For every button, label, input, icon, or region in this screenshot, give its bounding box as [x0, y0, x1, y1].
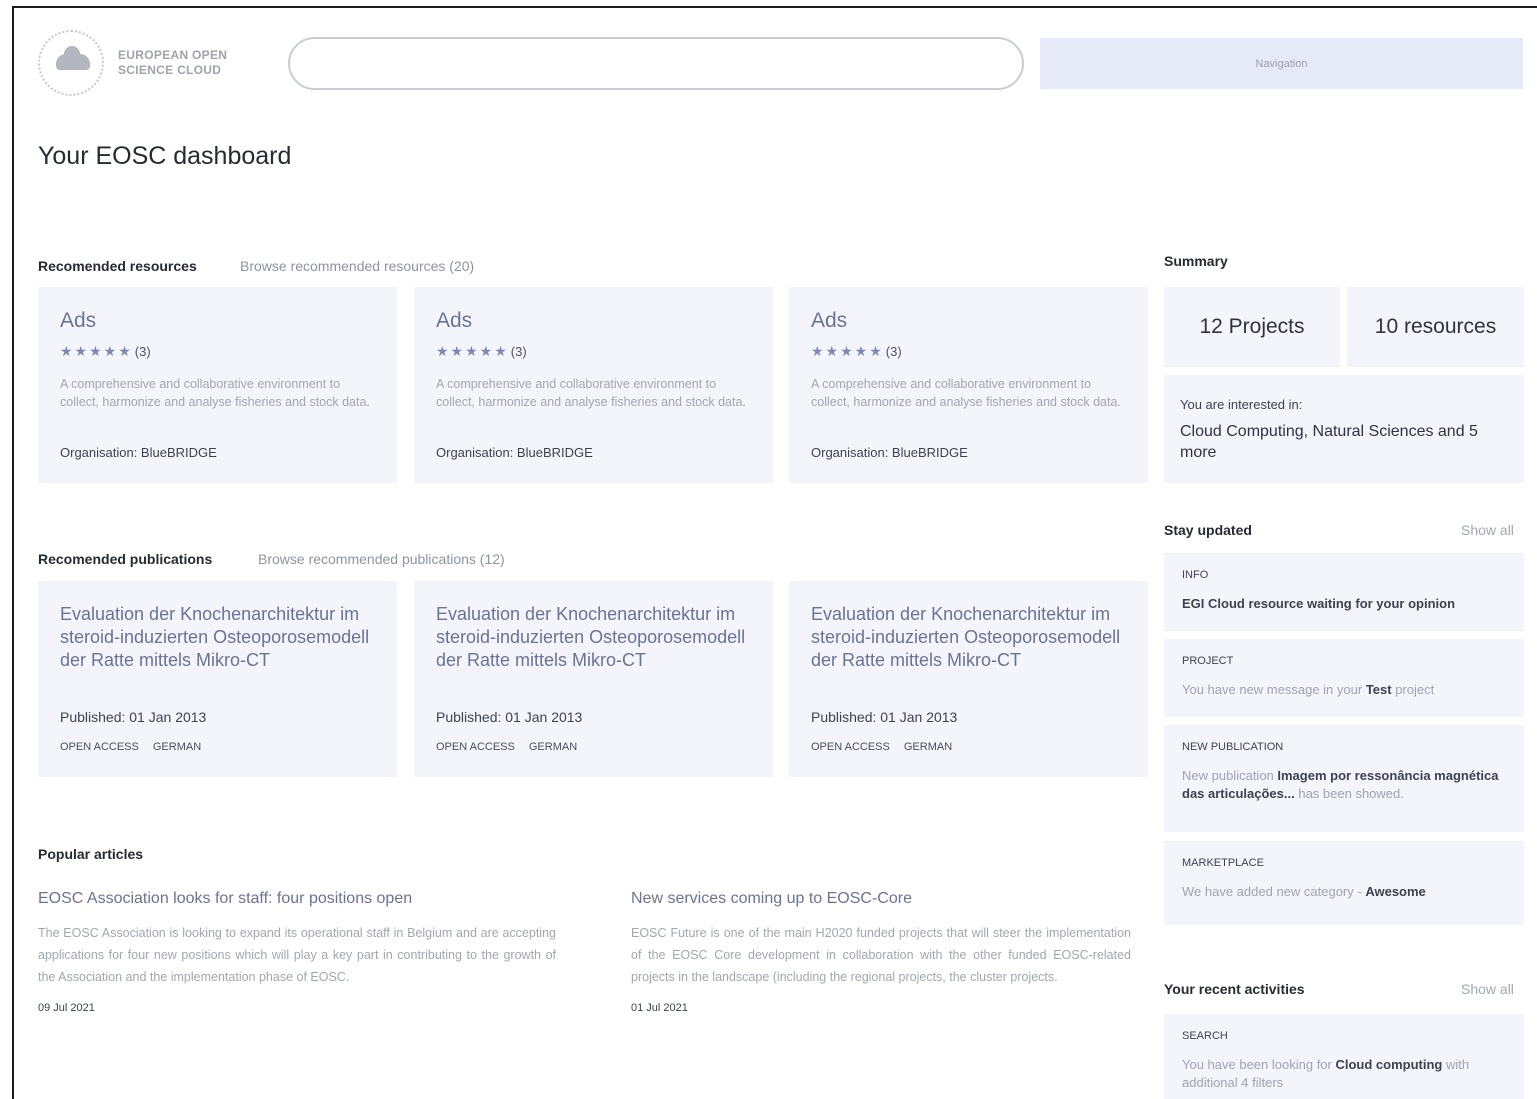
update-category: MARKETPLACE — [1182, 857, 1264, 869]
update-text: New publication Imagem por ressonância m… — [1182, 768, 1499, 801]
article-title[interactable]: New services coming up to EOSC-Core — [631, 890, 1131, 908]
rating-count: (3) — [510, 344, 527, 359]
recent-activities-title: Your recent activities — [1164, 981, 1305, 997]
update-category: INFO — [1182, 569, 1209, 581]
interests-text: Cloud Computing, Natural Sciences and 5 … — [1180, 423, 1478, 461]
article-date: 01 Jul 2021 — [631, 1002, 688, 1014]
publication-title[interactable]: Evaluation der Knochenarchitektur im ste… — [60, 603, 380, 672]
publication-tags: OPEN ACCESS GERMAN — [436, 741, 591, 753]
rating-count: (3) — [134, 344, 151, 359]
update-item[interactable]: NEW PUBLICATION New publication Imagem p… — [1164, 725, 1524, 832]
activity-item[interactable]: SEARCH You have been looking for Cloud c… — [1164, 1014, 1524, 1099]
interests-box[interactable]: You are interested in: Cloud Computing, … — [1164, 375, 1524, 483]
publication-date: Published: 01 Jan 2013 — [60, 709, 207, 725]
publication-date: Published: 01 Jan 2013 — [436, 709, 583, 725]
update-item[interactable]: INFO EGI Cloud resource waiting for your… — [1164, 553, 1524, 631]
update-category: NEW PUBLICATION — [1182, 741, 1284, 753]
resource-organisation: Organisation: BlueBRIDGE — [811, 445, 968, 460]
summary-title: Summary — [1164, 253, 1228, 269]
star-icons: ★★★★★ — [811, 343, 884, 359]
browse-resources-link[interactable]: Browse recommended resources (20) — [240, 258, 474, 274]
star-icons: ★★★★★ — [436, 343, 509, 359]
article-summary: The EOSC Association is looking to expan… — [38, 926, 556, 984]
activity-text: You have been looking for Cloud computin… — [1182, 1057, 1470, 1090]
update-item[interactable]: PROJECT You have new message in your Tes… — [1164, 639, 1524, 717]
publication-card[interactable]: Evaluation der Knochenarchitektur im ste… — [38, 581, 397, 777]
rating-stars: ★★★★★ (3) — [436, 343, 527, 360]
language-tag: GERMAN — [528, 741, 578, 753]
rating-count: (3) — [885, 344, 902, 359]
update-item[interactable]: MARKETPLACE We have added new category -… — [1164, 841, 1524, 925]
resource-card[interactable]: Ads ★★★★★ (3) A comprehensive and collabo… — [38, 287, 397, 483]
projects-count[interactable]: 12 Projects — [1164, 287, 1340, 367]
resource-description: A comprehensive and collaborative enviro… — [60, 377, 370, 409]
page-title: Your EOSC dashboard — [38, 142, 292, 170]
resource-title[interactable]: Ads — [811, 309, 847, 333]
search-input[interactable] — [288, 37, 1024, 90]
browse-publications-link[interactable]: Browse recommended publications (12) — [258, 551, 505, 567]
logo-text: EUROPEAN OPEN SCIENCE CLOUD — [118, 48, 228, 77]
resource-card[interactable]: Ads ★★★★★ (3) A comprehensive and collabo… — [789, 287, 1148, 483]
article-date: 09 Jul 2021 — [38, 1002, 95, 1014]
recommended-publications-title: Recomended publications — [38, 551, 213, 567]
resource-title[interactable]: Ads — [436, 309, 472, 333]
publication-card[interactable]: Evaluation der Knochenarchitektur im ste… — [414, 581, 773, 777]
interests-label: You are interested in: — [1180, 397, 1303, 412]
article-summary: EOSC Future is one of the main H2020 fun… — [631, 926, 1131, 984]
cloud-icon — [56, 46, 90, 70]
publication-card[interactable]: Evaluation der Knochenarchitektur im ste… — [789, 581, 1148, 777]
resource-card[interactable]: Ads ★★★★★ (3) A comprehensive and collabo… — [414, 287, 773, 483]
update-category: PROJECT — [1182, 655, 1234, 667]
update-text: You have new message in your Test projec… — [1182, 682, 1435, 697]
resource-title[interactable]: Ads — [60, 309, 96, 333]
resources-count[interactable]: 10 resources — [1347, 287, 1524, 367]
activity-category: SEARCH — [1182, 1030, 1228, 1042]
publication-tags: OPEN ACCESS GERMAN — [811, 741, 966, 753]
update-text: We have added new category - Awesome — [1182, 884, 1426, 899]
recommended-resources-title: Recomended resources — [38, 258, 197, 274]
stay-updated-title: Stay updated — [1164, 522, 1252, 538]
open-access-tag: OPEN ACCESS — [811, 741, 890, 753]
rating-stars: ★★★★★ (3) — [60, 343, 151, 360]
article-title[interactable]: EOSC Association looks for staff: four p… — [38, 890, 556, 908]
publication-title[interactable]: Evaluation der Knochenarchitektur im ste… — [811, 603, 1131, 672]
recent-activities-show-all-link[interactable]: Show all — [1461, 981, 1514, 997]
resource-description: A comprehensive and collaborative enviro… — [811, 377, 1121, 409]
navigation-bar[interactable]: Navigation — [1040, 38, 1523, 89]
stay-updated-show-all-link[interactable]: Show all — [1461, 522, 1514, 538]
navigation-label: Navigation — [1255, 57, 1308, 70]
open-access-tag: OPEN ACCESS — [60, 741, 139, 753]
star-icons: ★★★★★ — [60, 343, 133, 359]
language-tag: GERMAN — [903, 741, 953, 753]
publication-title[interactable]: Evaluation der Knochenarchitektur im ste… — [436, 603, 756, 672]
resource-description: A comprehensive and collaborative enviro… — [436, 377, 746, 409]
eosc-logo[interactable]: EUROPEAN OPEN SCIENCE CLOUD — [38, 30, 238, 100]
language-tag: GERMAN — [152, 741, 202, 753]
resource-organisation: Organisation: BlueBRIDGE — [60, 445, 217, 460]
resource-organisation: Organisation: BlueBRIDGE — [436, 445, 593, 460]
rating-stars: ★★★★★ (3) — [811, 343, 902, 360]
update-text: EGI Cloud resource waiting for your opin… — [1182, 596, 1456, 611]
open-access-tag: OPEN ACCESS — [436, 741, 515, 753]
publication-date: Published: 01 Jan 2013 — [811, 709, 958, 725]
publication-tags: OPEN ACCESS GERMAN — [60, 741, 215, 753]
article-item: EOSC Association looks for staff: four p… — [38, 890, 556, 1014]
popular-articles-title: Popular articles — [38, 846, 144, 862]
article-item: New services coming up to EOSC-Core EOSC… — [631, 890, 1131, 1014]
